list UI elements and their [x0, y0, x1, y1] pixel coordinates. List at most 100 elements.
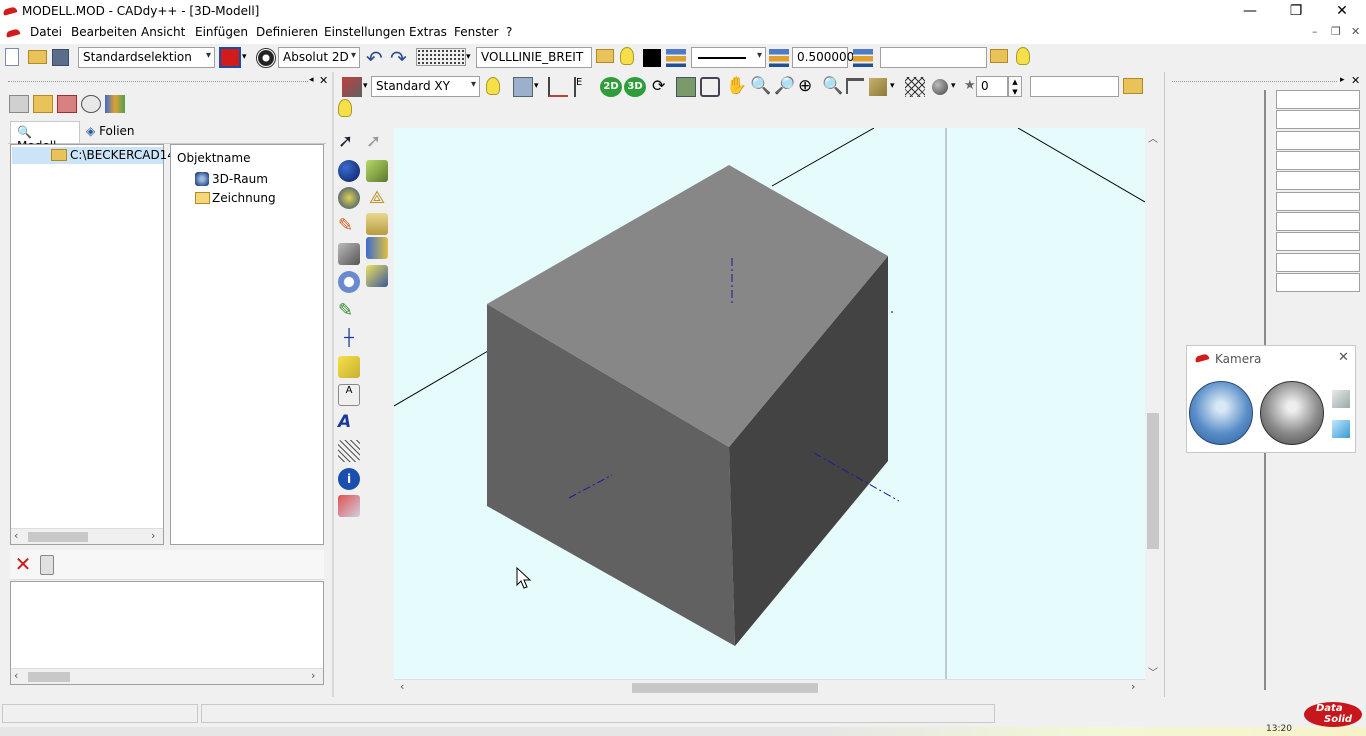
axis-tool-icon[interactable]: ⟁ [366, 187, 388, 209]
selection-mode-select[interactable]: Standardselektion ▾ [78, 47, 215, 68]
green-pencil-icon[interactable]: ✎ [338, 300, 360, 322]
chevron-down-icon[interactable]: ▾ [466, 52, 471, 62]
orbit-camera-icon[interactable] [1189, 381, 1253, 445]
lightbulb-icon[interactable] [1016, 47, 1030, 65]
mdi-minimize-button[interactable]: – [1312, 25, 1318, 38]
clipboard-icon[interactable] [40, 555, 54, 575]
layer-slot[interactable] [1276, 212, 1360, 231]
layer-slot[interactable] [1276, 110, 1360, 129]
scroll-thumb[interactable] [1147, 413, 1159, 549]
eraser-icon[interactable] [338, 495, 360, 517]
menu-einstellungen[interactable]: Einstellungen [324, 25, 405, 39]
lightbulb-icon[interactable] [338, 99, 352, 117]
panel-pin-icon[interactable]: ◂ [309, 75, 314, 85]
panel-close-icon[interactable]: ✕ [1351, 74, 1360, 87]
selection-color-icon[interactable] [219, 47, 241, 68]
scroll-thumb[interactable] [28, 672, 70, 682]
line-width-field[interactable]: 0.500000 [792, 47, 854, 68]
line-type-field[interactable]: VOLLLINIE_BREIT [476, 47, 592, 68]
view-frame-icon[interactable] [548, 77, 568, 97]
open-folder-icon[interactable] [28, 50, 47, 64]
layer-slot[interactable] [1276, 171, 1360, 190]
folder-icon[interactable] [1123, 78, 1143, 94]
properties-icon[interactable] [105, 95, 125, 113]
restore-button[interactable]: ❐ [1273, 0, 1319, 22]
menu-datei[interactable]: Datei [30, 25, 62, 39]
layer-slot[interactable] [1276, 90, 1360, 109]
tree-hscrollbar[interactable]: ‹ › [11, 528, 163, 544]
save-icon[interactable] [52, 49, 69, 66]
tools-icon[interactable] [338, 243, 360, 265]
line-style-select[interactable]: ▾ [691, 47, 766, 68]
select-arrow-icon[interactable]: ➚ [338, 131, 360, 153]
canvas-hscrollbar[interactable]: ‹ › [394, 679, 1145, 695]
view-2d-button[interactable]: 2D [600, 77, 622, 97]
chevron-down-icon[interactable]: ▾ [363, 81, 368, 91]
scroll-left-icon[interactable]: ‹ [14, 669, 18, 682]
spin-value-field[interactable]: 0 [976, 76, 1008, 97]
sphere-icon[interactable] [932, 79, 948, 95]
orbit-tool-icon[interactable] [338, 187, 360, 209]
section-icon[interactable] [846, 78, 864, 94]
menu-help[interactable]: ? [506, 25, 512, 39]
properties-hscrollbar[interactable]: ‹ › [11, 668, 323, 684]
lightbulb-icon[interactable] [620, 47, 634, 65]
crosshair-icon[interactable]: ┼ [338, 328, 360, 350]
redo-icon[interactable]: ↷ [390, 46, 407, 70]
snap-target-icon[interactable] [256, 48, 276, 68]
grid-pattern-icon[interactable] [416, 48, 466, 66]
close-button[interactable]: ✕ [1319, 0, 1365, 22]
model-icon[interactable] [342, 77, 362, 97]
tree-root-label[interactable]: C:\BECKERCAD14 [70, 148, 175, 162]
layer-icon[interactable] [853, 49, 873, 67]
hatch-icon[interactable] [905, 77, 925, 97]
view-text-field[interactable] [1030, 76, 1119, 97]
chevron-down-icon[interactable]: ▾ [890, 81, 895, 91]
extrude-tool-icon[interactable] [366, 237, 388, 259]
view-3d-button[interactable]: 3D [624, 77, 646, 97]
layer-slot[interactable] [1276, 192, 1360, 211]
scroll-thumb[interactable] [632, 683, 818, 693]
menu-einfuegen[interactable]: Einfügen [195, 25, 248, 39]
view-e-icon[interactable]: E [574, 77, 594, 97]
pencil-icon[interactable]: ✎ [338, 215, 360, 237]
panel-close-icon[interactable]: ✕ [319, 74, 328, 87]
zoom-object-icon[interactable] [81, 95, 101, 113]
splitter[interactable] [332, 72, 334, 697]
layer-slot[interactable] [1276, 273, 1360, 292]
document-icon[interactable] [5, 28, 21, 38]
rotate-view-icon[interactable]: ⟳ [652, 77, 672, 97]
zoom-out-icon[interactable]: 🔎 [774, 76, 795, 96]
hatch-tool-icon[interactable] [338, 440, 360, 462]
walk-camera-icon[interactable] [1260, 381, 1324, 445]
zoom-box-icon[interactable] [676, 77, 696, 97]
folder-icon[interactable] [596, 49, 614, 63]
curve-tool-icon[interactable] [366, 213, 388, 235]
scroll-left-icon[interactable]: ‹ [14, 529, 18, 542]
box-tool-icon[interactable] [366, 160, 388, 182]
mdi-restore-button[interactable]: ❐ [1331, 25, 1341, 38]
sphere-tool-icon[interactable] [338, 160, 360, 182]
layer-slot[interactable] [1276, 151, 1360, 170]
view-plane-select[interactable]: Standard XY ▾ [371, 76, 480, 97]
new-file-icon[interactable] [5, 48, 19, 66]
menu-definieren[interactable]: Definieren [256, 25, 318, 39]
layer-slot[interactable] [1276, 131, 1360, 150]
panel-grip[interactable] [1172, 81, 1337, 82]
zoom-all-icon[interactable]: ⊕ [798, 76, 812, 96]
scroll-left-icon[interactable]: ‹ [400, 680, 404, 693]
chevron-down-icon[interactable]: ▾ [951, 81, 956, 91]
mdi-close-button[interactable]: ✕ [1351, 25, 1360, 38]
view-edit-icon[interactable] [513, 77, 533, 97]
panel-grip[interactable] [8, 81, 308, 82]
model-window-icon[interactable] [9, 95, 29, 113]
canvas-vscrollbar[interactable]: ︿ ﹀ [1145, 128, 1161, 679]
pen-color-swatch[interactable] [643, 49, 661, 67]
spin-buttons[interactable]: ▲ ▼ [1008, 76, 1022, 97]
layer-slot[interactable] [1276, 253, 1360, 272]
scroll-down-icon[interactable]: ﹀ [1148, 664, 1158, 679]
layer-slot[interactable] [1276, 232, 1360, 251]
folder-tree-icon[interactable] [33, 95, 53, 113]
delete-icon[interactable]: ✕ [12, 554, 34, 576]
coordinate-mode-select[interactable]: Absolut 2D ▾ [278, 47, 360, 68]
